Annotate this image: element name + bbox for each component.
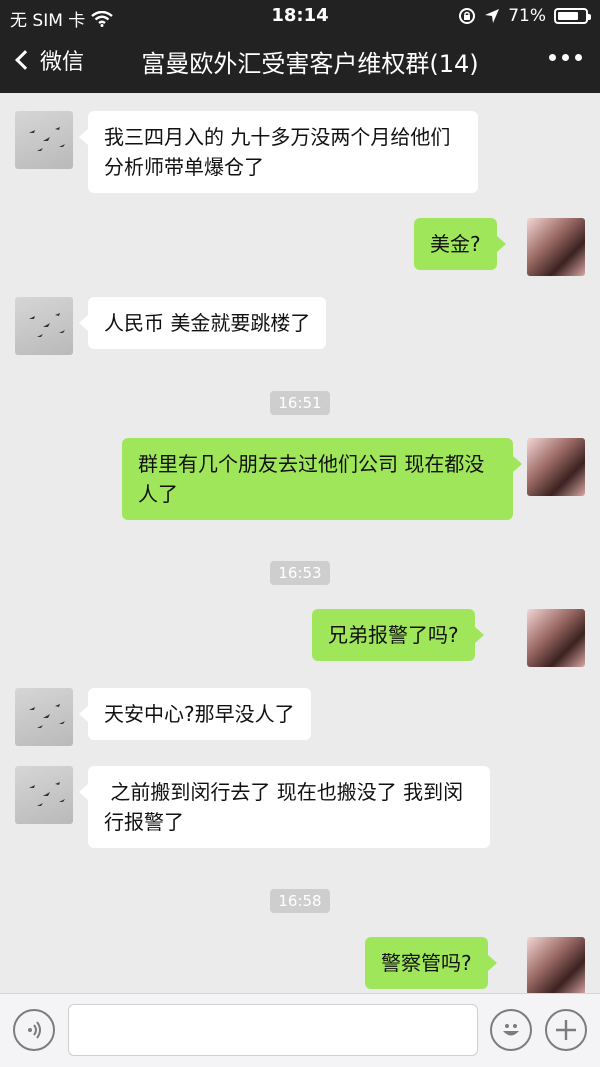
rotation-lock-icon	[459, 8, 476, 24]
avatar-self[interactable]	[527, 218, 585, 276]
voice-icon	[28, 1021, 41, 1039]
more-options-button[interactable]	[549, 54, 582, 61]
timestamp: 16:53	[0, 561, 600, 585]
message-bubble-incoming[interactable]: 之前搬到闵行去了 现在也搬没了 我到闵行报警了	[79, 766, 490, 848]
avatar-self[interactable]	[527, 609, 585, 667]
more-dot-icon	[575, 54, 582, 61]
nav-bar: 微信 富曼欧外汇受害客户维权群(14)	[0, 32, 600, 93]
battery-percent: 71%	[508, 6, 546, 26]
message-bubble-outgoing[interactable]: 群里有几个朋友去过他们公司 现在都没人了	[122, 438, 522, 520]
message-bubble-outgoing[interactable]: 兄弟报警了吗?	[312, 609, 484, 661]
avatar-sender[interactable]	[15, 297, 73, 355]
emoji-button[interactable]	[490, 1009, 532, 1051]
message-bubble-outgoing[interactable]: 警察管吗?	[365, 937, 497, 989]
chat-area[interactable]: 我三四月入的 九十多万没两个月给他们分析师带单爆仓了 美金? 人民币 美金就要跳…	[0, 93, 600, 995]
avatar-sender[interactable]	[15, 111, 73, 169]
input-bar	[0, 993, 600, 1067]
status-bar: 无 SIM 卡 18:14 71%	[0, 0, 600, 32]
message-bubble-outgoing[interactable]: 美金?	[414, 218, 506, 270]
back-button[interactable]: 微信	[12, 44, 84, 76]
status-right: 71%	[458, 6, 591, 26]
chevron-left-icon	[15, 50, 35, 70]
message-bubble-incoming[interactable]: 天安中心?那早没人了	[79, 688, 311, 740]
timestamp-label: 16:58	[270, 889, 330, 913]
battery-icon	[554, 8, 591, 24]
emoji-icon	[503, 1024, 519, 1036]
message-bubble-incoming[interactable]: 人民币 美金就要跳楼了	[78, 297, 327, 349]
voice-button[interactable]	[13, 1009, 55, 1051]
more-dot-icon	[549, 54, 556, 61]
timestamp-label: 16:53	[270, 561, 330, 585]
timestamp-label: 16:51	[270, 391, 330, 415]
timestamp: 16:58	[0, 889, 600, 913]
message-bubble-incoming[interactable]: 我三四月入的 九十多万没两个月给他们分析师带单爆仓了	[79, 111, 478, 193]
plus-icon	[556, 1020, 576, 1040]
add-button[interactable]	[545, 1009, 587, 1051]
timestamp: 16:51	[0, 391, 600, 415]
location-icon	[485, 9, 500, 23]
back-label: 微信	[40, 50, 85, 75]
message-input[interactable]	[68, 1004, 478, 1056]
avatar-self[interactable]	[527, 438, 585, 496]
avatar-self[interactable]	[527, 937, 585, 995]
chat-title: 富曼欧外汇受害客户维权群(14)	[141, 50, 479, 78]
top-bar: 无 SIM 卡 18:14 71% 微信 富曼欧外汇受害客户维权群(14)	[0, 0, 600, 93]
avatar-sender[interactable]	[15, 688, 73, 746]
more-dot-icon	[562, 54, 569, 61]
avatar-sender[interactable]	[15, 766, 73, 824]
